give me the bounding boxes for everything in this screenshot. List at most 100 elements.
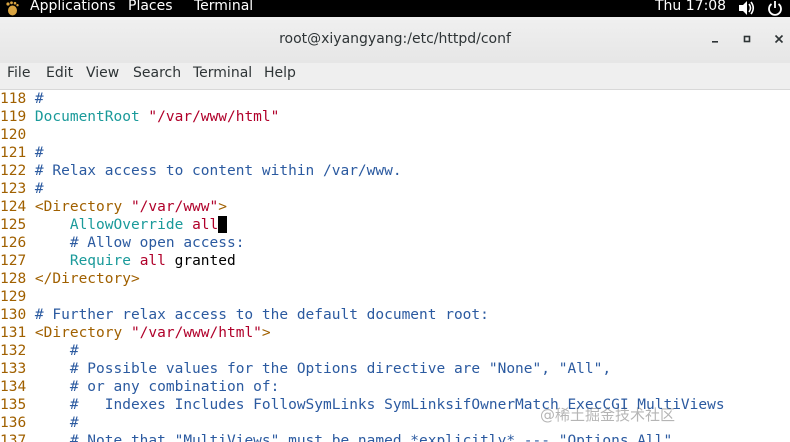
- terminal-menubar: File Edit View Search Terminal Help: [0, 63, 790, 90]
- maximize-icon: [743, 35, 751, 43]
- terminal-line: 123 #: [0, 180, 44, 198]
- terminal-line: 118 #: [0, 90, 44, 108]
- code-token: # or any combination of:: [69, 379, 280, 395]
- code-token: granted: [165, 253, 236, 269]
- line-number: 122: [0, 163, 35, 179]
- line-number: 137: [0, 433, 35, 442]
- code-token: <Directory: [34, 325, 131, 341]
- terminal-line: 119 DocumentRoot "/var/www/html": [0, 108, 279, 126]
- line-number: 124: [0, 199, 35, 215]
- clock[interactable]: Thu 17:08: [655, 0, 726, 14]
- window-titlebar[interactable]: root@xiyangyang:/etc/httpd/conf: [0, 17, 790, 64]
- menu-view[interactable]: View: [86, 65, 119, 81]
- power-icon[interactable]: [767, 0, 783, 16]
- minimize-button[interactable]: [708, 32, 722, 46]
- line-number: 135: [0, 397, 35, 413]
- code-token: # Allow open access:: [69, 235, 245, 251]
- code-token: <Directory: [34, 199, 131, 215]
- line-number: 125: [0, 217, 35, 233]
- code-token: "/var/www/html": [130, 325, 262, 341]
- close-button[interactable]: [772, 32, 786, 46]
- code-token: all: [192, 217, 219, 233]
- line-number: 136: [0, 415, 35, 431]
- minimize-icon: [712, 41, 718, 43]
- line-number: 131: [0, 325, 35, 341]
- terminal-line: 131 <Directory "/var/www/html">: [0, 324, 271, 342]
- code-token: >: [218, 199, 227, 215]
- terminal-line: 122 # Relax access to content within /va…: [0, 162, 402, 180]
- terminal-line: 134 # or any combination of:: [0, 378, 279, 396]
- menu-edit[interactable]: Edit: [46, 65, 73, 81]
- line-number: 134: [0, 379, 35, 395]
- watermark: @稀土掘金技术社区: [540, 406, 676, 424]
- code-token: "/var/www": [130, 199, 219, 215]
- code-token: # Further relax access to the default do…: [34, 307, 489, 323]
- terminal-line: 121 #: [0, 144, 44, 162]
- gnome-foot-icon[interactable]: [5, 1, 20, 16]
- code-token: #: [34, 91, 44, 107]
- line-number: 133: [0, 361, 35, 377]
- code-token: Require: [69, 253, 131, 269]
- code-token: # Note that "MultiViews" must be named *…: [69, 433, 673, 442]
- line-number: 123: [0, 181, 35, 197]
- menu-help[interactable]: Help: [264, 65, 296, 81]
- menu-search[interactable]: Search: [133, 65, 181, 81]
- gnome-top-bar: Applications Places Terminal Thu 17:08: [0, 0, 790, 17]
- line-number: 132: [0, 343, 35, 359]
- line-number: 121: [0, 145, 35, 161]
- code-token: "/var/www/html": [148, 109, 280, 125]
- line-number: 119: [0, 109, 35, 125]
- volume-icon[interactable]: [738, 0, 756, 16]
- line-number: 126: [0, 235, 35, 251]
- window-title: root@xiyangyang:/etc/httpd/conf: [279, 31, 511, 47]
- terminal-content[interactable]: 118 #119 DocumentRoot "/var/www/html" 120…: [0, 90, 790, 442]
- menu-terminal[interactable]: Terminal: [193, 65, 252, 81]
- code-token: # Relax access to content within /var/ww…: [34, 163, 402, 179]
- terminal-app-menu[interactable]: Terminal: [194, 0, 253, 14]
- menu-file[interactable]: File: [7, 65, 30, 81]
- places-menu[interactable]: Places: [128, 0, 173, 14]
- terminal-line: 127 Require all granted: [0, 252, 236, 270]
- code-token: </Directory>: [34, 271, 140, 287]
- line-number: 129: [0, 289, 35, 305]
- code-token: DocumentRoot: [34, 109, 140, 125]
- code-token: AllowOverride: [69, 217, 184, 233]
- close-icon: [774, 34, 784, 44]
- applications-menu[interactable]: Applications: [30, 0, 116, 14]
- code-token: #: [34, 181, 44, 197]
- line-number: 127: [0, 253, 35, 269]
- line-number: 120: [0, 127, 35, 143]
- terminal-line: 137 # Note that "MultiViews" must be nam…: [0, 432, 672, 442]
- terminal-line: 133 # Possible values for the Options di…: [0, 360, 611, 378]
- terminal-line: 125 AllowOverride all: [0, 216, 228, 234]
- text-cursor: [218, 216, 228, 233]
- terminal-line: 120: [0, 126, 35, 144]
- terminal-line: 129: [0, 288, 35, 306]
- terminal-line: 130 # Further relax access to the defaul…: [0, 306, 489, 324]
- maximize-button[interactable]: [740, 32, 754, 46]
- code-token: #: [69, 343, 79, 359]
- line-number: 130: [0, 307, 35, 323]
- line-number: 118: [0, 91, 35, 107]
- code-token: all: [139, 253, 166, 269]
- terminal-line: 132 #: [0, 342, 79, 360]
- code-token: >: [261, 325, 271, 341]
- terminal-line: 126 # Allow open access:: [0, 234, 244, 252]
- terminal-line: 124 <Directory "/var/www">: [0, 198, 227, 216]
- terminal-line: 136 #: [0, 414, 79, 432]
- code-token: # Possible values for the Options direct…: [69, 361, 612, 377]
- code-token: #: [34, 145, 44, 161]
- line-number: 128: [0, 271, 35, 287]
- code-token: #: [69, 415, 79, 431]
